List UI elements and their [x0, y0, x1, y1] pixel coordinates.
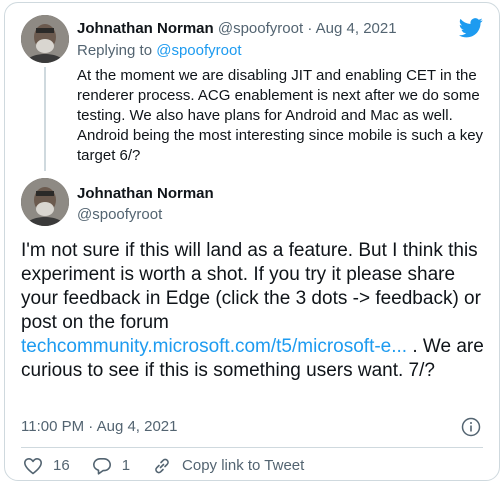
reply-separator: · [307, 20, 313, 37]
tweet-link[interactable]: techcommunity.microsoft.com/t5/microsoft… [21, 336, 407, 357]
tweet-card: Johnathan Norman @spoofyroot · Aug 4, 20… [4, 2, 500, 481]
author-handle[interactable]: @spoofyroot [77, 205, 162, 225]
reply-avatar[interactable] [21, 15, 69, 63]
reply-button[interactable]: 1 [92, 456, 130, 476]
tweet-timestamp[interactable]: 11:00 PM · Aug 4, 2021 [21, 417, 178, 437]
heart-icon [24, 458, 42, 475]
reply-bubble-icon [92, 458, 111, 475]
replying-to-prefix: Replying to [77, 42, 153, 59]
link-icon [155, 458, 169, 474]
copy-link-label: Copy link to Tweet [182, 457, 305, 474]
thread-connector-line [44, 67, 46, 171]
reply-author-handle[interactable]: @spoofyroot [218, 20, 303, 37]
reply-date[interactable]: Aug 4, 2021 [316, 20, 397, 37]
tweet-actions: 16 1 Copy link to Tweet [23, 456, 326, 476]
reply-header: Johnathan Norman @spoofyroot · Aug 4, 20… [77, 19, 397, 39]
info-icon[interactable] [461, 417, 481, 437]
reply-count: 1 [121, 457, 131, 474]
replying-to-line: Replying to @spoofyroot [77, 41, 242, 61]
copy-link-button[interactable]: Copy link to Tweet [152, 456, 304, 476]
reply-text: At the moment we are disabling JIT and e… [77, 67, 484, 164]
actions-divider [21, 447, 483, 448]
author-name[interactable]: Johnathan Norman [77, 184, 214, 204]
like-count: 16 [53, 457, 70, 474]
like-button[interactable]: 16 [23, 456, 70, 476]
twitter-bird-icon[interactable] [459, 18, 483, 38]
tweet-text: I'm not sure if this will land as a feat… [21, 239, 491, 383]
reply-author-name[interactable]: Johnathan Norman [77, 20, 214, 37]
replying-to-handle[interactable]: @spoofyroot [156, 42, 241, 59]
author-avatar[interactable] [21, 178, 69, 226]
tweet-text-part-1: I'm not sure if this will land as a feat… [21, 240, 481, 333]
